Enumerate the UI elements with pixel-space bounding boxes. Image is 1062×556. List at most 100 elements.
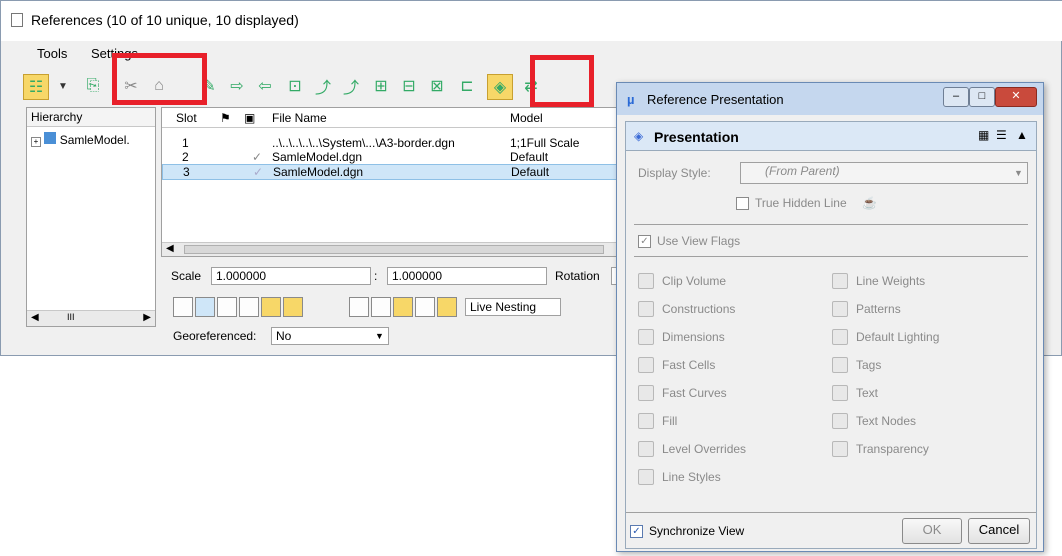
- section-header[interactable]: ◈ Presentation ▦ ☰ ▲: [626, 122, 1036, 151]
- mirror-h-icon[interactable]: ⤴: [339, 74, 363, 98]
- flag-label: Line Styles: [662, 470, 721, 484]
- clip-icon[interactable]: ⊟: [397, 74, 421, 98]
- scroll-thumb[interactable]: III: [67, 312, 75, 322]
- lighting-icon[interactable]: [393, 297, 413, 317]
- flag-transparency[interactable]: Transparency: [832, 440, 929, 458]
- scroll-thumb[interactable]: [184, 245, 604, 254]
- true-scale-icon[interactable]: [239, 297, 259, 317]
- check-cell: ✓: [252, 150, 263, 164]
- display-style-select[interactable]: (From Parent): [740, 162, 1028, 184]
- divider: [634, 224, 1028, 225]
- line-weights-icon: [832, 273, 848, 289]
- scale-icon[interactable]: ⊡: [283, 74, 307, 98]
- window-title: References (10 of 10 unique, 10 displaye…: [31, 12, 299, 28]
- move-icon[interactable]: ⇨: [225, 74, 249, 98]
- scroll-right-icon[interactable]: ▶: [143, 312, 151, 323]
- model-cell: Default: [511, 165, 550, 179]
- display-toggle-icon[interactable]: [173, 297, 193, 317]
- level-overrides-icon: [638, 441, 654, 457]
- close-button[interactable]: ✕: [995, 87, 1037, 107]
- scale-master-input[interactable]: 1.000000: [211, 267, 371, 285]
- use-view-flags[interactable]: ✓ Use View Flags: [638, 234, 740, 249]
- flag-fast-cells[interactable]: Fast Cells: [638, 356, 715, 374]
- chevron-down-icon[interactable]: ▼: [375, 331, 384, 341]
- ignore-attachments-icon[interactable]: [305, 297, 325, 317]
- attach-icon[interactable]: ⎘: [81, 74, 105, 98]
- maximize-button[interactable]: □: [969, 87, 995, 107]
- synchronize-view-checkbox[interactable]: ✓: [630, 525, 643, 539]
- flag-label: Dimensions: [662, 330, 725, 344]
- table-horizontal-scrollbar[interactable]: ◀: [162, 242, 620, 256]
- mirror-v-icon[interactable]: ⊞: [369, 74, 393, 98]
- flag-constructions[interactable]: Constructions: [638, 300, 735, 318]
- georef-label: Georeferenced:: [173, 329, 257, 343]
- file-column-icon[interactable]: ▣: [244, 111, 255, 125]
- synchronize-view[interactable]: ✓ Synchronize View: [630, 524, 744, 539]
- list-view-icon[interactable]: ☰: [996, 128, 1007, 142]
- use-view-flags-checkbox[interactable]: ✓: [638, 235, 651, 249]
- flag-patterns[interactable]: Patterns: [832, 300, 901, 318]
- flag-tags[interactable]: Tags: [832, 356, 881, 374]
- flag-line-styles[interactable]: Line Styles: [638, 468, 721, 486]
- flag-text-nodes[interactable]: Text Nodes: [832, 412, 916, 430]
- title-bar: References (10 of 10 unique, 10 displaye…: [1, 1, 1062, 41]
- table-row[interactable]: 2 ✓ SamleModel.dgn Default: [162, 150, 622, 164]
- flag-clip-volume[interactable]: Clip Volume: [638, 272, 726, 290]
- flag-default-lighting[interactable]: Default Lighting: [832, 328, 939, 346]
- flag-line-weights[interactable]: Line Weights: [832, 272, 925, 290]
- clip-mask-icon[interactable]: ⊠: [425, 74, 449, 98]
- hierarchy-view-icon[interactable]: ☷: [23, 74, 49, 100]
- section-title: Presentation: [654, 129, 739, 145]
- hierarchy-tree[interactable]: Hierarchy + SamleModel. ◀ III ▶: [26, 107, 156, 327]
- flag-fast-curves[interactable]: Fast Curves: [638, 384, 727, 402]
- levels-icon[interactable]: [349, 297, 369, 317]
- print-icon[interactable]: [415, 297, 435, 317]
- highlight-box: [530, 55, 594, 107]
- rotate-icon[interactable]: ⤴: [311, 74, 335, 98]
- flag-text[interactable]: Text: [832, 384, 878, 402]
- document-icon: [11, 13, 23, 27]
- cancel-button[interactable]: Cancel: [968, 518, 1030, 544]
- chevron-down-icon[interactable]: ▼: [1014, 168, 1023, 178]
- true-hidden-line[interactable]: True Hidden Line ☕: [736, 196, 877, 211]
- scale-line-styles-icon[interactable]: [261, 297, 281, 317]
- annotation-icon[interactable]: [437, 297, 457, 317]
- tree-item[interactable]: + SamleModel.: [31, 132, 130, 147]
- fill-icon: [638, 413, 654, 429]
- snap-toggle-icon[interactable]: [195, 297, 215, 317]
- true-hidden-line-checkbox[interactable]: [736, 197, 749, 211]
- flag-fill[interactable]: Fill: [638, 412, 677, 430]
- col-slot[interactable]: Slot: [176, 111, 197, 125]
- col-model[interactable]: Model: [510, 111, 543, 125]
- raster-icon[interactable]: [371, 297, 391, 317]
- georef-select[interactable]: No: [271, 327, 389, 345]
- minimize-button[interactable]: –: [943, 87, 969, 107]
- global-origin-icon[interactable]: [327, 297, 347, 317]
- flag-dimensions[interactable]: Dimensions: [638, 328, 725, 346]
- dropdown-arrow-icon[interactable]: ▼: [51, 74, 75, 98]
- flag-column-icon[interactable]: ⚑: [220, 111, 231, 125]
- expand-icon[interactable]: +: [31, 137, 41, 147]
- copy-icon[interactable]: ⇦: [253, 74, 277, 98]
- scroll-left-icon[interactable]: ◀: [31, 312, 39, 323]
- horizontal-scrollbar[interactable]: ◀ III ▶: [27, 310, 155, 326]
- locate-toggle-icon[interactable]: [217, 297, 237, 317]
- table-row[interactable]: 3 ✓ SamleModel.dgn Default: [162, 164, 624, 180]
- grid-view-icon[interactable]: ▦: [978, 128, 989, 142]
- table-header: Slot ⚑ ▣ File Name Model: [162, 108, 620, 128]
- fast-cells-icon: [638, 357, 654, 373]
- collapse-icon[interactable]: ▲: [1016, 128, 1028, 142]
- col-file-name[interactable]: File Name: [272, 111, 327, 125]
- presentation-icon[interactable]: ◈: [487, 74, 513, 100]
- clip-volume-icon: [638, 273, 654, 289]
- clip-delete-icon[interactable]: ⊏: [455, 74, 479, 98]
- presentation-section: ◈ Presentation ▦ ☰ ▲ Display Style: (Fro…: [625, 121, 1037, 549]
- menu-tools[interactable]: Tools: [37, 46, 67, 61]
- table-row[interactable]: 1 ..\..\..\..\..\System\...\A3-border.dg…: [162, 136, 622, 150]
- flag-level-overrides[interactable]: Level Overrides: [638, 440, 746, 458]
- line-style-scale-icon[interactable]: [283, 297, 303, 317]
- nesting-select[interactable]: Live Nesting: [465, 298, 561, 316]
- scroll-left-icon[interactable]: ◀: [166, 243, 174, 254]
- ok-button[interactable]: OK: [902, 518, 962, 544]
- scale-ref-input[interactable]: 1.000000: [387, 267, 547, 285]
